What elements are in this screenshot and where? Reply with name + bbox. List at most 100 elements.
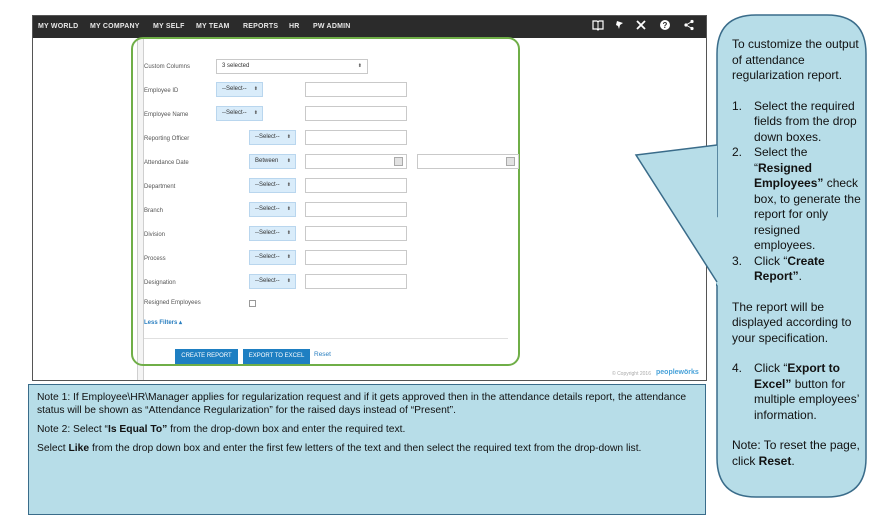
select-value: --Select-- <box>222 110 247 116</box>
note-text: from the drop down box and enter the fir… <box>89 443 642 454</box>
branch-operator-select[interactable]: --Select-- ⬍ <box>249 202 296 217</box>
reporting-officer-operator-select[interactable]: --Select-- ⬍ <box>249 130 296 145</box>
chevron-icon: ⬍ <box>357 63 362 69</box>
employee-name-operator-select[interactable]: --Select-- ⬍ <box>216 106 263 121</box>
step-text: Click “ <box>754 361 788 375</box>
select-value: --Select-- <box>255 134 280 140</box>
custom-columns-label: Custom Columns <box>144 64 191 70</box>
employee-id-label: Employee ID <box>144 88 179 94</box>
process-operator-select[interactable]: --Select-- ⬍ <box>249 250 296 265</box>
branch-label: Branch <box>144 208 164 214</box>
employee-name-label: Employee Name <box>144 112 189 118</box>
copyright-text: © Copyright 2016 <box>612 371 651 377</box>
custom-columns-select[interactable]: 3 selected ⬍ <box>216 59 368 74</box>
step-text: Select the required fields from the drop… <box>754 98 857 144</box>
notes-box: Note 1: If Employee\HR\Manager applies f… <box>28 384 706 515</box>
note-text: Select <box>37 443 69 454</box>
book-icon[interactable] <box>590 19 606 35</box>
reporting-officer-input[interactable] <box>305 130 407 145</box>
chevron-icon: ⬍ <box>253 86 258 92</box>
division-operator-select[interactable]: --Select-- ⬍ <box>249 226 296 241</box>
callout-steps: 1. Select the required fields from the dr… <box>732 99 862 285</box>
nav-my-company[interactable]: MY COMPANY <box>90 16 140 38</box>
nav-my-team[interactable]: MY TEAM <box>196 16 230 38</box>
note-bold-text: Like <box>68 443 90 454</box>
division-input[interactable] <box>305 226 407 241</box>
callout-step-1: 1. Select the required fields from the dr… <box>732 99 862 146</box>
step-number: 4. <box>732 361 743 375</box>
chevron-icon: ⬍ <box>286 206 291 212</box>
form-divider <box>144 338 508 339</box>
attendance-date-from-input[interactable] <box>305 154 407 169</box>
attendance-date-to-input[interactable] <box>417 154 519 169</box>
process-input[interactable] <box>305 250 407 265</box>
process-label: Process <box>144 256 166 262</box>
export-to-excel-button[interactable]: EXPORT TO EXCEL <box>243 349 310 364</box>
reporting-officer-label: Reporting Officer <box>144 136 190 142</box>
callout-text: To customize the output of attendance re… <box>732 37 862 484</box>
nav-hr[interactable]: HR <box>289 16 300 38</box>
note-bold-text: Reset <box>758 453 792 468</box>
chevron-icon: ⬍ <box>286 230 291 236</box>
employee-id-operator-select[interactable]: --Select-- ⬍ <box>216 82 263 97</box>
note-text: from the drop-down box and enter the req… <box>167 424 406 435</box>
select-value: --Select-- <box>255 254 280 260</box>
chevron-icon: ⬍ <box>286 254 291 260</box>
designation-operator-select[interactable]: --Select-- ⬍ <box>249 274 296 289</box>
branch-input[interactable] <box>305 202 407 217</box>
nav-my-world[interactable]: MY WORLD <box>38 16 78 38</box>
callout-intro: To customize the output of attendance re… <box>732 37 859 82</box>
brand-logo: peoplewörks <box>656 369 699 376</box>
custom-columns-value: 3 selected <box>222 63 250 69</box>
designation-label: Designation <box>144 280 176 286</box>
less-filters-link[interactable]: Less Filters ▴ <box>144 319 182 326</box>
note-2: Note 2: Select “Is Equal To” from the dr… <box>37 423 697 436</box>
step-number: 1. <box>732 98 743 113</box>
step-text: . <box>798 269 803 283</box>
callout-step-4: 4. Click “Export to Excel” button for mul… <box>732 361 862 423</box>
calendar-icon[interactable] <box>394 157 403 166</box>
select-value: --Select-- <box>255 206 280 212</box>
resigned-employees-checkbox[interactable] <box>249 300 256 307</box>
employee-name-input[interactable] <box>305 106 407 121</box>
top-navigation: MY WORLD MY COMPANY MY SELF MY TEAM REPO… <box>33 16 706 38</box>
select-value: Between <box>255 158 279 164</box>
chevron-icon: ⬍ <box>286 182 291 188</box>
step-number: 2. <box>732 145 743 159</box>
note-1: Note 1: If Employee\HR\Manager applies f… <box>37 392 687 416</box>
step-bold-text: Resigned Employees” <box>754 160 824 191</box>
note-text: Note: To reset the page, click <box>732 438 860 468</box>
chevron-icon: ⬍ <box>286 158 291 164</box>
resigned-employees-label: Resigned Employees <box>144 300 201 306</box>
reset-link[interactable]: Reset <box>314 351 331 358</box>
department-operator-select[interactable]: --Select-- ⬍ <box>249 178 296 193</box>
nav-my-self[interactable]: MY SELF <box>153 16 185 38</box>
pin-icon[interactable] <box>612 19 628 35</box>
callout-pointer <box>634 144 718 283</box>
chevron-icon: ⬍ <box>253 110 258 116</box>
note-text: . <box>791 453 795 468</box>
callout-steps-2: 4. Click “Export to Excel” button for mul… <box>732 361 862 423</box>
nav-pw-admin[interactable]: PW ADMIN <box>313 16 351 38</box>
callout-note: Note: To reset the page, click Reset. <box>732 438 862 469</box>
designation-input[interactable] <box>305 274 407 289</box>
callout-step-2: 2. Select the “Resigned Employees” check … <box>732 145 862 254</box>
nav-reports[interactable]: REPORTS <box>243 16 278 38</box>
note-text: Note 2: Select “ <box>37 424 108 435</box>
create-report-button[interactable]: CREATE REPORT <box>175 349 238 364</box>
division-label: Division <box>144 232 166 238</box>
select-value: --Select-- <box>255 278 280 284</box>
callout-middle: The report will be displayed according t… <box>732 299 852 345</box>
select-value: --Select-- <box>255 230 280 236</box>
callout-step-3: 3. Click “Create Report”. <box>732 254 862 285</box>
department-input[interactable] <box>305 178 407 193</box>
attendance-date-operator-select[interactable]: Between ⬍ <box>249 154 296 169</box>
step-text: Click “ <box>754 253 788 268</box>
employee-id-input[interactable] <box>305 82 407 97</box>
note-3: Select Like from the drop down box and e… <box>37 442 697 455</box>
left-pane <box>33 38 137 380</box>
step-number: 3. <box>732 253 743 268</box>
note-bold-text: Is Equal To” <box>107 424 168 435</box>
calendar-icon[interactable] <box>506 157 515 166</box>
department-label: Department <box>144 184 176 190</box>
